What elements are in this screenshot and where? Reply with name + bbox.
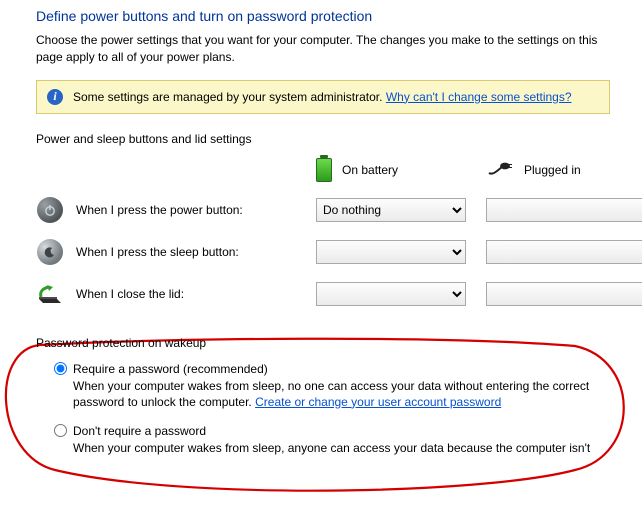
admin-warning-bar: i Some settings are managed by your syst… [36, 80, 610, 114]
dont-require-password-radio[interactable] [54, 424, 67, 437]
lid-battery-select[interactable] [316, 282, 466, 306]
sleep-button-battery-select[interactable] [316, 240, 466, 264]
info-icon: i [47, 89, 63, 105]
power-settings-grid: On battery Plugged in [36, 158, 610, 308]
power-button-icon [36, 196, 64, 224]
row-power-button: When I press the power button: [36, 196, 296, 224]
lid-icon [36, 280, 64, 308]
option-dont-require-password: Don't require a password When your compu… [54, 424, 610, 456]
sleep-button-icon [36, 238, 64, 266]
power-button-plugged-select[interactable] [486, 198, 642, 222]
admin-warning-text: Some settings are managed by your system… [73, 90, 572, 104]
row-close-lid: When I close the lid: [36, 280, 296, 308]
create-change-password-link[interactable]: Create or change your user account passw… [255, 395, 501, 409]
lid-plugged-select[interactable] [486, 282, 642, 306]
require-password-description: When your computer wakes from sleep, no … [73, 378, 610, 410]
why-cant-i-change-link[interactable]: Why can't I change some settings? [386, 90, 572, 104]
row-sleep-button: When I press the sleep button: [36, 238, 296, 266]
page-subtitle: Choose the power settings that you want … [36, 32, 610, 66]
plug-icon [486, 161, 514, 179]
buttons-section-heading: Power and sleep buttons and lid settings [36, 132, 610, 146]
page-title: Define power buttons and turn on passwor… [36, 8, 610, 24]
sleep-button-plugged-select[interactable] [486, 240, 642, 264]
column-header-plugged-in: Plugged in [486, 161, 642, 179]
option-require-password: Require a password (recommended) When yo… [54, 362, 610, 410]
dont-require-password-description: When your computer wakes from sleep, any… [73, 440, 610, 456]
column-header-battery: On battery [316, 158, 466, 182]
require-password-label: Require a password (recommended) [73, 362, 268, 376]
dont-require-password-label: Don't require a password [73, 424, 206, 438]
battery-icon [316, 158, 332, 182]
require-password-radio[interactable] [54, 362, 67, 375]
power-button-battery-select[interactable]: Do nothing [316, 198, 466, 222]
password-section-heading: Password protection on wakeup [36, 336, 610, 350]
